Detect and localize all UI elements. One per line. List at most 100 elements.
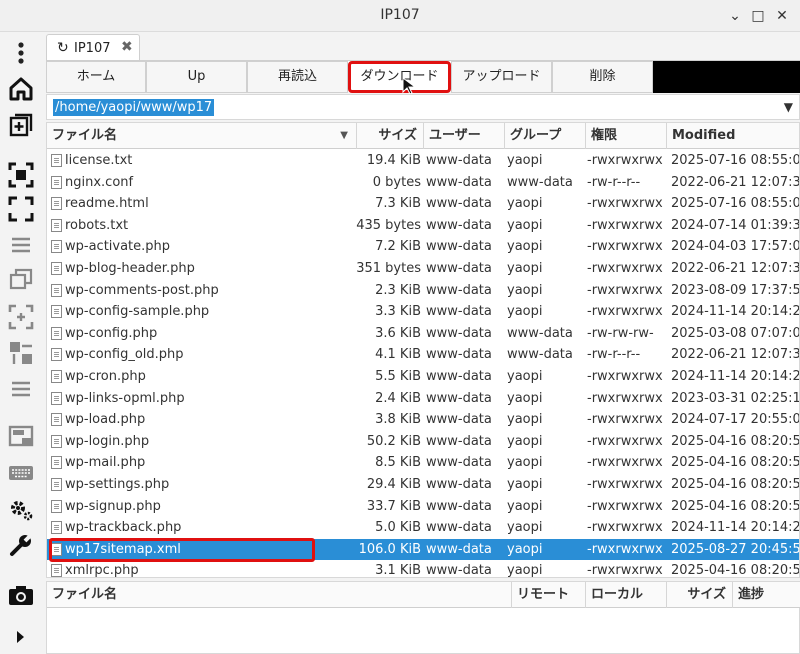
- file-modified: 2022-06-21 12:07:32: [671, 260, 800, 276]
- column-header-name[interactable]: ファイル名 ▼: [47, 123, 357, 149]
- keyboard-icon[interactable]: [8, 460, 34, 486]
- refresh-icon[interactable]: ↻: [57, 40, 69, 56]
- file-modified: 2024-07-17 20:55:02: [671, 412, 800, 428]
- expand-arrow-icon[interactable]: [8, 624, 34, 650]
- file-table-header: ファイル名 ▼ サイズ ユーザー グループ 権限 Modified: [47, 123, 799, 149]
- home-button[interactable]: ホーム: [46, 61, 146, 93]
- file-permissions: -rwxrwxrwx: [587, 390, 663, 406]
- file-row[interactable]: wp-config.php 3.6 KiB www-data www-data -rw-…: [47, 323, 799, 345]
- tab-ip107[interactable]: ↻ IP107 ✖: [46, 34, 140, 61]
- file-user: www-data: [426, 455, 492, 471]
- file-modified: 2023-03-31 02:25:16: [671, 390, 800, 406]
- menu-icon[interactable]: [8, 232, 34, 258]
- up-button[interactable]: Up: [146, 61, 247, 93]
- file-row[interactable]: nginx.conf 0 bytes www-data www-data -rw-r--…: [47, 172, 799, 194]
- close-button[interactable]: ✕: [772, 6, 792, 26]
- settings-icon[interactable]: [8, 496, 34, 522]
- file-icon: [51, 434, 62, 448]
- column-header-size[interactable]: サイズ: [357, 123, 424, 149]
- path-bar[interactable]: /home/yaopi/www/wp17 ▼: [46, 94, 800, 120]
- close-tab-icon[interactable]: ✖: [121, 39, 133, 55]
- file-group: yaopi: [507, 217, 543, 233]
- file-user: www-data: [426, 390, 492, 406]
- file-row[interactable]: wp17sitemap.xml 106.0 KiB www-data yaopi -rw…: [47, 537, 799, 562]
- file-size: 5.5 KiB: [375, 368, 421, 384]
- transfer-table: ファイル名 リモート ローカル サイズ 進捗: [46, 581, 800, 654]
- chevron-down-icon[interactable]: ▼: [784, 100, 793, 114]
- column-header-perm[interactable]: 権限: [586, 123, 667, 149]
- file-row[interactable]: wp-links-opml.php 2.4 KiB www-data yaopi -rw…: [47, 388, 800, 410]
- file-row[interactable]: xmlrpc.php 3.1 KiB www-data yaopi -rwxrwxrwx…: [47, 560, 799, 578]
- transfer-column-progress[interactable]: 進捗: [733, 582, 800, 608]
- file-row[interactable]: wp-settings.php 29.4 KiB www-data yaopi -rwx…: [47, 474, 800, 496]
- more-vertical-icon[interactable]: [8, 40, 34, 66]
- transfer-column-remote[interactable]: リモート: [512, 582, 586, 608]
- file-row[interactable]: wp-login.php 50.2 KiB www-data yaopi -rwxrwx…: [47, 431, 799, 453]
- file-modified: 2025-04-16 08:20:55: [671, 455, 800, 471]
- file-name: xmlrpc.php: [65, 563, 139, 578]
- file-group: www-data: [507, 174, 573, 190]
- file-name: wp-config.php: [65, 325, 158, 341]
- windows-icon[interactable]: [8, 266, 34, 292]
- file-group: yaopi: [507, 304, 543, 320]
- transfer-column-local[interactable]: ローカル: [586, 582, 667, 608]
- column-header-user[interactable]: ユーザー: [424, 123, 505, 149]
- focus-icon[interactable]: [8, 162, 34, 188]
- file-row[interactable]: license.txt 19.4 KiB www-data yaopi -rwxrwxr…: [47, 150, 799, 172]
- maximize-button[interactable]: □: [748, 6, 768, 26]
- camera-icon[interactable]: [8, 582, 34, 608]
- path-input[interactable]: /home/yaopi/www/wp17: [53, 99, 215, 116]
- selection-highlight-box: [49, 537, 315, 562]
- shrink-icon[interactable]: [8, 340, 34, 366]
- new-tab-icon[interactable]: [8, 112, 34, 138]
- wrench-icon[interactable]: [8, 532, 34, 558]
- file-row[interactable]: wp-config_old.php 4.1 KiB www-data www-data…: [47, 344, 799, 366]
- column-header-group[interactable]: グループ: [505, 123, 586, 149]
- resize-icon[interactable]: [8, 304, 34, 330]
- file-permissions: -rwxrwxrwx: [587, 153, 663, 168]
- file-modified: 2024-07-14 01:39:32: [671, 217, 800, 233]
- file-user: www-data: [426, 174, 492, 190]
- fullscreen-icon[interactable]: [8, 196, 34, 222]
- file-row[interactable]: wp-trackback.php 5.0 KiB www-data yaopi -rwx…: [47, 517, 800, 539]
- file-row[interactable]: wp-activate.php 7.2 KiB www-data yaopi -rwxr…: [47, 236, 799, 258]
- file-row[interactable]: wp-cron.php 5.5 KiB www-data yaopi -rwxrwxrw…: [47, 366, 799, 388]
- file-modified: 2025-04-16 08:20:55: [671, 476, 800, 492]
- file-group: yaopi: [507, 433, 543, 449]
- file-row[interactable]: wp-signup.php 33.7 KiB www-data yaopi -rwxrw…: [47, 496, 799, 518]
- delete-button[interactable]: 削除: [552, 61, 653, 93]
- file-size: 2.4 KiB: [375, 390, 421, 406]
- file-permissions: -rwxrwxrwx: [587, 455, 663, 471]
- home-icon[interactable]: [8, 76, 34, 102]
- transfer-column-size[interactable]: サイズ: [667, 582, 733, 608]
- file-row[interactable]: wp-comments-post.php 2.3 KiB www-data yaopi…: [47, 280, 799, 302]
- reload-button[interactable]: 再読込: [247, 61, 348, 93]
- column-header-modified[interactable]: Modified: [667, 123, 799, 149]
- file-name: nginx.conf: [65, 174, 134, 190]
- file-icon: [51, 305, 62, 319]
- file-group: yaopi: [507, 412, 543, 428]
- sort-down-icon[interactable]: ▼: [340, 123, 348, 148]
- file-permissions: -rwxrwxrwx: [587, 304, 663, 320]
- file-modified: 2024-11-14 20:14:26: [671, 520, 800, 536]
- transfer-column-name[interactable]: ファイル名: [47, 582, 512, 608]
- screen-icon[interactable]: [8, 424, 34, 450]
- upload-button[interactable]: アップロード: [451, 61, 552, 93]
- file-row[interactable]: wp-config-sample.php 3.3 KiB www-data yaopi…: [47, 301, 799, 323]
- file-user: www-data: [426, 196, 492, 212]
- file-row[interactable]: wp-blog-header.php 351 bytes www-data yaopi…: [47, 258, 800, 280]
- file-group: yaopi: [507, 260, 543, 276]
- file-icon: [51, 175, 62, 189]
- minimize-button[interactable]: ⌄: [725, 6, 745, 26]
- file-row[interactable]: wp-load.php 3.8 KiB www-data yaopi -rwxrwxrw…: [47, 409, 800, 431]
- file-permissions: -rwxrwxrwx: [587, 412, 663, 428]
- file-user: www-data: [426, 498, 492, 514]
- file-row[interactable]: robots.txt 435 bytes www-data yaopi -rwxrwxr…: [47, 215, 800, 237]
- file-user: www-data: [426, 325, 492, 341]
- file-row[interactable]: wp-mail.php 8.5 KiB www-data yaopi -rwxrwxrw…: [47, 452, 800, 474]
- file-permissions: -rwxrwxrwx: [587, 541, 663, 557]
- file-row[interactable]: readme.html 7.3 KiB www-data yaopi -rwxrwxrw…: [47, 193, 799, 215]
- download-button[interactable]: ダウンロード: [348, 61, 451, 93]
- list-icon[interactable]: [8, 376, 34, 402]
- file-group: yaopi: [507, 498, 543, 514]
